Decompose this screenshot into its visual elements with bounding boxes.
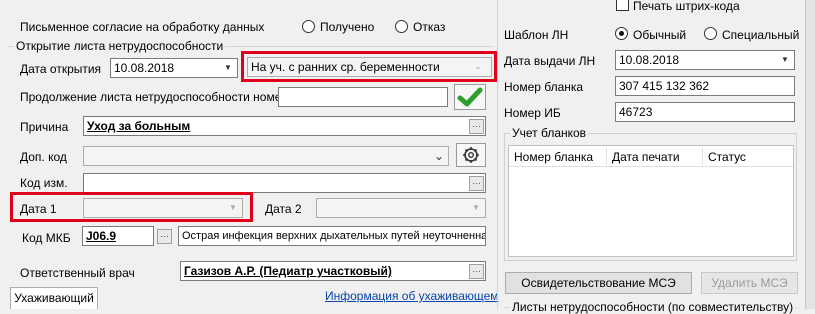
right-panel-divider	[497, 0, 498, 309]
code-change-ellipsis-button[interactable]: …	[469, 176, 484, 191]
tab-caregiver[interactable]: Ухаживающий	[10, 287, 98, 309]
form-number-value: 307 415 132 362	[619, 79, 710, 93]
form-number-label: Номер бланка	[504, 80, 584, 94]
column-divider	[606, 148, 607, 165]
checkmark-icon	[457, 87, 483, 107]
open-date-field[interactable]: 10.08.2018 ▼	[110, 58, 238, 78]
open-date-value: 10.08.2018	[114, 61, 175, 75]
combined-sheets-title: Листы нетрудоспособности (по совместител…	[510, 300, 796, 314]
mkb-ellipsis-button[interactable]: …	[157, 229, 172, 244]
chevron-down-icon[interactable]: ⌄	[466, 59, 490, 75]
continuation-input[interactable]	[278, 87, 448, 107]
forms-group-title: Учет бланков	[510, 126, 589, 140]
column-divider	[702, 148, 703, 165]
caregiver-info-link[interactable]: Информация об ухаживающем	[325, 289, 499, 303]
chevron-down-icon[interactable]: ▼	[777, 52, 793, 68]
doctor-ellipsis-button[interactable]: …	[469, 264, 484, 279]
date1-label: Дата 1	[20, 202, 57, 216]
doctor-field[interactable]: Газизов А.Р. (Педиатр участковый) …	[180, 261, 486, 281]
ib-number-value: 46723	[619, 105, 653, 119]
continuation-label: Продолжение листа нетрудоспособности ном…	[20, 90, 289, 104]
code-change-label: Код изм.	[20, 176, 68, 190]
print-barcode-label[interactable]: Печать штрих-кода	[633, 0, 740, 13]
mkb-label: Код МКБ	[22, 231, 71, 245]
table-header[interactable]: Номер бланка	[514, 150, 593, 164]
doctor-label: Ответственный врач	[20, 266, 135, 280]
table-header[interactable]: Дата печати	[612, 150, 680, 164]
date2-field[interactable]: ▼	[316, 198, 486, 218]
mse-button[interactable]: Освидетельствование МСЭ	[505, 272, 692, 294]
template-special-radio[interactable]	[704, 27, 717, 40]
date1-field[interactable]: ▼	[83, 198, 243, 218]
issue-date-label: Дата выдачи ЛН	[504, 54, 596, 68]
consent-label: Письменное согласие на обработку данных	[20, 20, 265, 34]
opening-group-title: Открытие листа нетрудоспособности	[14, 39, 226, 53]
template-normal-radio[interactable]	[615, 27, 628, 40]
extra-code-combo[interactable]: ⌄	[83, 146, 449, 166]
confirm-check-button[interactable]	[454, 84, 486, 110]
forms-table[interactable]: Номер бланка Дата печати Статус	[508, 145, 794, 257]
mkb-code-value: J06.9	[86, 229, 117, 243]
status-combo[interactable]: На уч. с ранних ср. беременности ⌄	[247, 57, 492, 77]
reason-value: Уход за больным	[87, 119, 191, 133]
template-label: Шаблон ЛН	[504, 28, 569, 42]
open-date-label: Дата открытия	[20, 62, 102, 76]
chevron-down-icon[interactable]: ▼	[225, 200, 241, 216]
gear-button[interactable]	[456, 143, 486, 167]
template-special-label[interactable]: Специальный	[722, 28, 799, 42]
reason-label: Причина	[20, 120, 69, 134]
date2-label: Дата 2	[265, 202, 302, 216]
status-value: На уч. с ранних ср. беременности	[251, 60, 440, 74]
chevron-down-icon[interactable]: ▼	[468, 200, 484, 216]
chevron-down-icon[interactable]: ▼	[220, 60, 236, 76]
chevron-down-icon[interactable]: ⌄	[431, 148, 447, 164]
form-number-field[interactable]: 307 415 132 362	[615, 76, 795, 96]
template-normal-label[interactable]: Обычный	[633, 28, 686, 42]
table-header[interactable]: Статус	[708, 150, 746, 164]
reason-ellipsis-button[interactable]: …	[469, 119, 484, 134]
consent-received-label[interactable]: Получено	[320, 20, 374, 34]
consent-received-radio[interactable]	[302, 20, 315, 33]
reason-field[interactable]: Уход за больным …	[83, 116, 486, 136]
ib-number-field[interactable]: 46723	[615, 102, 795, 122]
delete-mse-button[interactable]: Удалить МСЭ	[701, 272, 798, 294]
issue-date-value: 10.08.2018	[619, 53, 680, 67]
code-change-field[interactable]: …	[83, 173, 486, 193]
mkb-code-field[interactable]: J06.9	[82, 226, 154, 246]
right-panel-edge	[805, 0, 815, 309]
extra-code-label: Доп. код	[20, 150, 67, 164]
issue-date-field[interactable]: 10.08.2018 ▼	[615, 50, 795, 70]
ib-number-label: Номер ИБ	[504, 106, 561, 120]
consent-refused-radio[interactable]	[395, 20, 408, 33]
doctor-value: Газизов А.Р. (Педиатр участковый)	[184, 264, 392, 278]
print-barcode-checkbox[interactable]	[616, 0, 629, 11]
consent-refused-label[interactable]: Отказ	[413, 20, 445, 34]
mkb-description: Острая инфекция верхних дыхательных путе…	[178, 226, 486, 246]
gear-icon	[463, 147, 479, 163]
